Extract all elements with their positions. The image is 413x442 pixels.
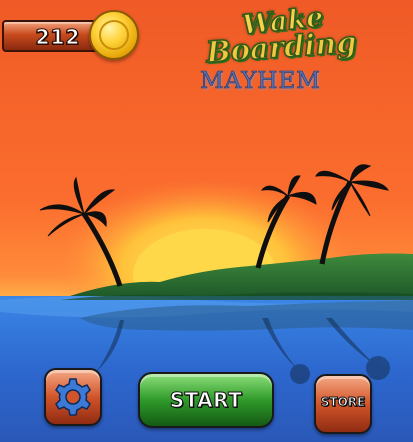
store-button-label: STORE <box>320 395 366 410</box>
logo-word-boarding: Boarding <box>204 24 358 70</box>
logo-word-mayhem: MAYHEM <box>200 68 321 95</box>
gear-icon <box>53 377 93 417</box>
start-button[interactable]: START <box>138 372 274 428</box>
game-main-menu: 212 Wake Boarding MAYHEM START STORE <box>0 0 413 442</box>
store-button[interactable]: STORE <box>314 374 372 434</box>
settings-button[interactable] <box>44 368 102 426</box>
game-logo: Wake Boarding MAYHEM <box>196 1 366 102</box>
coin-count: 212 <box>35 25 81 50</box>
start-button-label: START <box>169 388 243 413</box>
gold-coin-icon <box>89 10 139 60</box>
